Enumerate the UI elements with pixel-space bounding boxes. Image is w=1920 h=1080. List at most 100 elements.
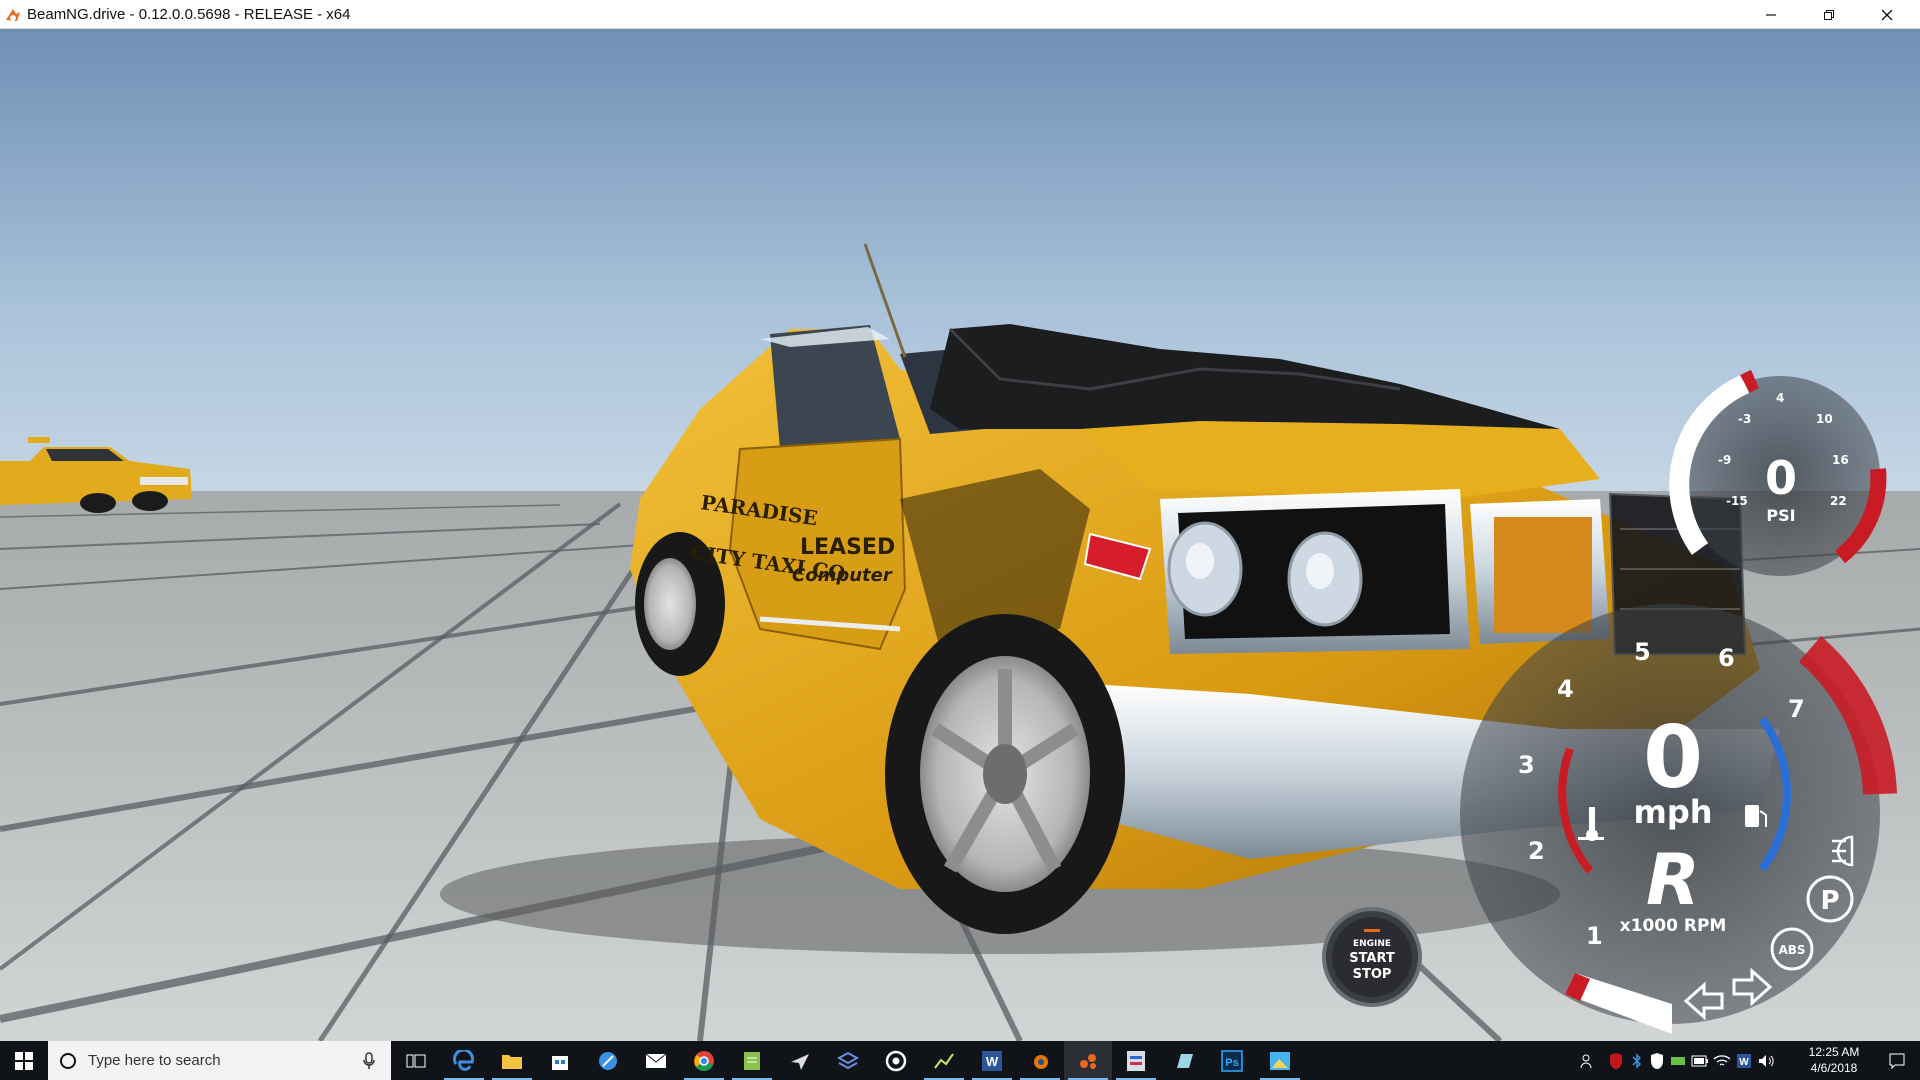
notification-icon xyxy=(1889,1053,1905,1069)
rpm-label-3: 3 xyxy=(1518,751,1535,779)
app-icon xyxy=(1127,1050,1145,1071)
stop-label: STOP xyxy=(1353,967,1392,982)
tray-bluetooth[interactable] xyxy=(1628,1041,1646,1080)
store-icon xyxy=(552,1055,568,1070)
game-scene: LEASED Computer CITY TAXI CO PARADISE -3… xyxy=(0,29,1920,1041)
taskbar-blender[interactable] xyxy=(1016,1041,1064,1080)
window-titlebar[interactable]: BeamNG.drive - 0.12.0.0.5698 - RELEASE -… xyxy=(0,0,1920,29)
rpm-label-4: 4 xyxy=(1557,675,1574,703)
tray-battery[interactable] xyxy=(1690,1041,1710,1080)
battery-icon xyxy=(1691,1055,1708,1066)
speed-unit: mph xyxy=(1633,793,1712,831)
mail-icon xyxy=(645,1053,667,1068)
rpm-label-1: 1 xyxy=(1586,922,1603,950)
gear-indicator: R xyxy=(1646,839,1700,921)
close-icon xyxy=(1881,9,1893,20)
taskbar-beamng[interactable] xyxy=(1064,1041,1112,1080)
microphone-icon[interactable] xyxy=(362,1052,376,1070)
clock-date: 4/6/2018 xyxy=(1810,1061,1858,1075)
rpm-label-2: 2 xyxy=(1528,837,1545,865)
action-center-button[interactable] xyxy=(1874,1041,1920,1080)
rpm-unit: x1000 RPM xyxy=(1620,916,1727,936)
tray-defender[interactable] xyxy=(1648,1041,1666,1080)
rpm-label-5: 5 xyxy=(1634,638,1651,666)
graph-icon xyxy=(934,1052,954,1069)
taskbar-photoshop[interactable]: Ps xyxy=(1208,1041,1256,1080)
rpm-label-6: 6 xyxy=(1718,644,1735,672)
search-input[interactable]: Type here to search xyxy=(48,1041,391,1080)
boost-tick-n9: -9 xyxy=(1718,453,1731,467)
boost-tick-n15: -15 xyxy=(1726,494,1748,508)
close-button[interactable] xyxy=(1864,0,1910,29)
wifi-icon xyxy=(1713,1054,1731,1066)
svg-text:ABS: ABS xyxy=(1778,943,1805,957)
tray-word-notify[interactable]: W xyxy=(1734,1041,1754,1080)
minimize-icon xyxy=(1766,13,1776,16)
window-title: BeamNG.drive - 0.12.0.0.5698 - RELEASE -… xyxy=(27,6,351,23)
blender-icon xyxy=(1034,1054,1048,1069)
clock-time: 12:25 AM xyxy=(1808,1045,1860,1059)
game-viewport[interactable]: LEASED Computer CITY TAXI CO PARADISE -3… xyxy=(0,29,1920,1041)
taskbar-app[interactable] xyxy=(1112,1041,1160,1080)
tray-people[interactable] xyxy=(1576,1041,1600,1080)
restore-button[interactable] xyxy=(1806,0,1852,29)
sync-icon xyxy=(1671,1056,1685,1065)
tray-mcafee[interactable] xyxy=(1606,1041,1626,1080)
tray-network[interactable] xyxy=(1712,1041,1732,1080)
car-text-leased: LEASED xyxy=(800,535,895,560)
front-wheel xyxy=(885,614,1125,934)
taskbar-store[interactable] xyxy=(536,1041,584,1080)
taskbar-file-explorer[interactable] xyxy=(488,1041,536,1080)
chrome-icon xyxy=(694,1050,714,1071)
tray-volume[interactable] xyxy=(1756,1041,1778,1080)
beamng-app-icon xyxy=(6,9,20,21)
taskbar-paper[interactable] xyxy=(1160,1041,1208,1080)
start-label: START xyxy=(1349,951,1395,966)
system-clock[interactable]: 12:25 AM 4/6/2018 xyxy=(1796,1044,1872,1076)
word-icon: W xyxy=(982,1050,1002,1071)
taskbar-mail[interactable] xyxy=(632,1041,680,1080)
svg-text:W: W xyxy=(986,1054,999,1069)
volume-icon xyxy=(1759,1054,1774,1067)
word-tray-icon: W xyxy=(1737,1053,1751,1068)
taskbar-word[interactable]: W xyxy=(968,1041,1016,1080)
task-view-button[interactable] xyxy=(392,1041,440,1080)
taskbar-edge[interactable] xyxy=(440,1041,488,1080)
search-placeholder: Type here to search xyxy=(88,1052,221,1069)
taskbar-browser[interactable] xyxy=(584,1041,632,1080)
taskbar-notepad[interactable] xyxy=(728,1041,776,1080)
boost-tick-22: 22 xyxy=(1830,494,1847,508)
browser-icon xyxy=(599,1051,617,1070)
windows-start-icon xyxy=(15,1051,33,1070)
boost-tick-n3: -3 xyxy=(1738,412,1751,426)
taskbar-plane[interactable] xyxy=(776,1041,824,1080)
start-button[interactable] xyxy=(0,1041,48,1080)
taskbar-chrome[interactable] xyxy=(680,1041,728,1080)
taskbar-layers[interactable] xyxy=(824,1041,872,1080)
boost-tick-16: 16 xyxy=(1832,453,1849,467)
boost-unit: PSI xyxy=(1766,506,1795,525)
image-icon xyxy=(1270,1051,1290,1070)
minimize-button[interactable] xyxy=(1748,0,1794,29)
beamng-icon xyxy=(1080,1053,1096,1069)
edge-icon xyxy=(453,1049,474,1071)
cortana-icon xyxy=(60,1053,76,1069)
notepad-icon xyxy=(744,1051,760,1070)
boost-gauge: -3 4 10 16 22 -9 -15 0 PSI xyxy=(1669,369,1887,576)
paper-icon xyxy=(1177,1053,1193,1068)
defender-icon xyxy=(1651,1052,1663,1069)
tray-sync[interactable] xyxy=(1668,1041,1688,1080)
taskbar-graph[interactable] xyxy=(920,1041,968,1080)
boost-tick-10: 10 xyxy=(1816,412,1833,426)
taskbar-steam[interactable] xyxy=(872,1041,920,1080)
layers-icon xyxy=(837,1051,859,1069)
taskbar-image[interactable] xyxy=(1256,1041,1304,1080)
people-icon xyxy=(1580,1054,1592,1068)
svg-text:W: W xyxy=(1739,1057,1749,1068)
engine-label: ENGINE xyxy=(1353,939,1391,949)
engine-start-stop-button[interactable]: ENGINE START STOP xyxy=(1322,907,1422,1007)
shield-icon xyxy=(1610,1052,1622,1069)
restore-icon xyxy=(1824,9,1834,20)
boost-value: 0 xyxy=(1765,451,1797,505)
boost-tick-4: 4 xyxy=(1776,391,1784,405)
